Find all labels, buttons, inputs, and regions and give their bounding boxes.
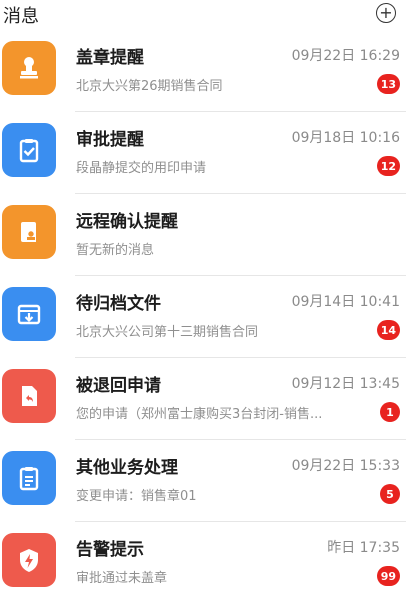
message-item-returned-application[interactable]: 被退回申请 09月12日 13:45 您的申请（郑州富士康购买3台封闭-销售..… bbox=[0, 358, 406, 440]
unread-badge: 13 bbox=[376, 74, 400, 94]
message-item-seal-reminder[interactable]: 盖章提醒 09月22日 16:29 北京大兴第26期销售合同 13 bbox=[0, 30, 406, 112]
message-item-approval-reminder[interactable]: 审批提醒 09月18日 10:16 段晶静提交的用印申请 12 bbox=[0, 112, 406, 194]
item-title: 被退回申请 bbox=[76, 376, 161, 396]
item-subtitle: 审批通过未盖章 bbox=[76, 571, 168, 586]
stamp-icon bbox=[2, 41, 56, 95]
archive-tray-icon bbox=[2, 287, 56, 341]
item-time: 09月22日 15:33 bbox=[291, 458, 400, 474]
item-title: 远程确认提醒 bbox=[76, 212, 178, 232]
message-item-alert[interactable]: 告警提示 昨日 17:35 审批通过未盖章 99 bbox=[0, 522, 406, 604]
item-title: 告警提示 bbox=[76, 540, 144, 560]
item-time: 09月22日 16:29 bbox=[291, 48, 400, 64]
alert-shield-icon bbox=[2, 533, 56, 587]
item-subtitle: 段晶静提交的用印申请 bbox=[76, 161, 207, 176]
item-title: 其他业务处理 bbox=[76, 458, 178, 478]
message-item-pending-archive[interactable]: 待归档文件 09月14日 10:41 北京大兴公司第十三期销售合同 14 bbox=[0, 276, 406, 358]
message-list: 盖章提醒 09月22日 16:29 北京大兴第26期销售合同 13 审批提醒 0… bbox=[0, 30, 406, 604]
item-time: 09月12日 13:45 bbox=[291, 376, 400, 392]
unread-badge: 14 bbox=[376, 320, 400, 340]
item-subtitle: 北京大兴第26期销售合同 bbox=[76, 79, 223, 94]
return-document-icon bbox=[2, 369, 56, 423]
item-subtitle: 您的申请（郑州富士康购买3台封闭-销售... bbox=[76, 407, 323, 422]
item-time: 09月18日 10:16 bbox=[291, 130, 400, 146]
unread-badge: 1 bbox=[380, 402, 400, 422]
item-subtitle: 变更申请：销售章01 bbox=[76, 489, 197, 504]
clipboard-check-icon bbox=[2, 123, 56, 177]
page-title: 消息 bbox=[3, 6, 39, 27]
header: 消息 + bbox=[0, 0, 406, 30]
unread-badge: 99 bbox=[376, 566, 400, 586]
item-time: 09月14日 10:41 bbox=[291, 294, 400, 310]
item-title: 待归档文件 bbox=[76, 294, 161, 314]
item-time: 昨日 17:35 bbox=[327, 540, 400, 556]
clipboard-list-icon bbox=[2, 451, 56, 505]
message-item-remote-confirm[interactable]: 远程确认提醒 暂无新的消息 bbox=[0, 194, 406, 276]
unread-badge: 5 bbox=[380, 484, 400, 504]
item-title: 审批提醒 bbox=[76, 130, 144, 150]
item-subtitle: 北京大兴公司第十三期销售合同 bbox=[76, 325, 259, 340]
remote-confirm-icon bbox=[2, 205, 56, 259]
message-item-other-business[interactable]: 其他业务处理 09月22日 15:33 变更申请：销售章01 5 bbox=[0, 440, 406, 522]
item-title: 盖章提醒 bbox=[76, 48, 144, 68]
unread-badge: 12 bbox=[376, 156, 400, 176]
plus-circle-icon[interactable]: + bbox=[376, 3, 396, 23]
item-subtitle: 暂无新的消息 bbox=[76, 243, 155, 258]
